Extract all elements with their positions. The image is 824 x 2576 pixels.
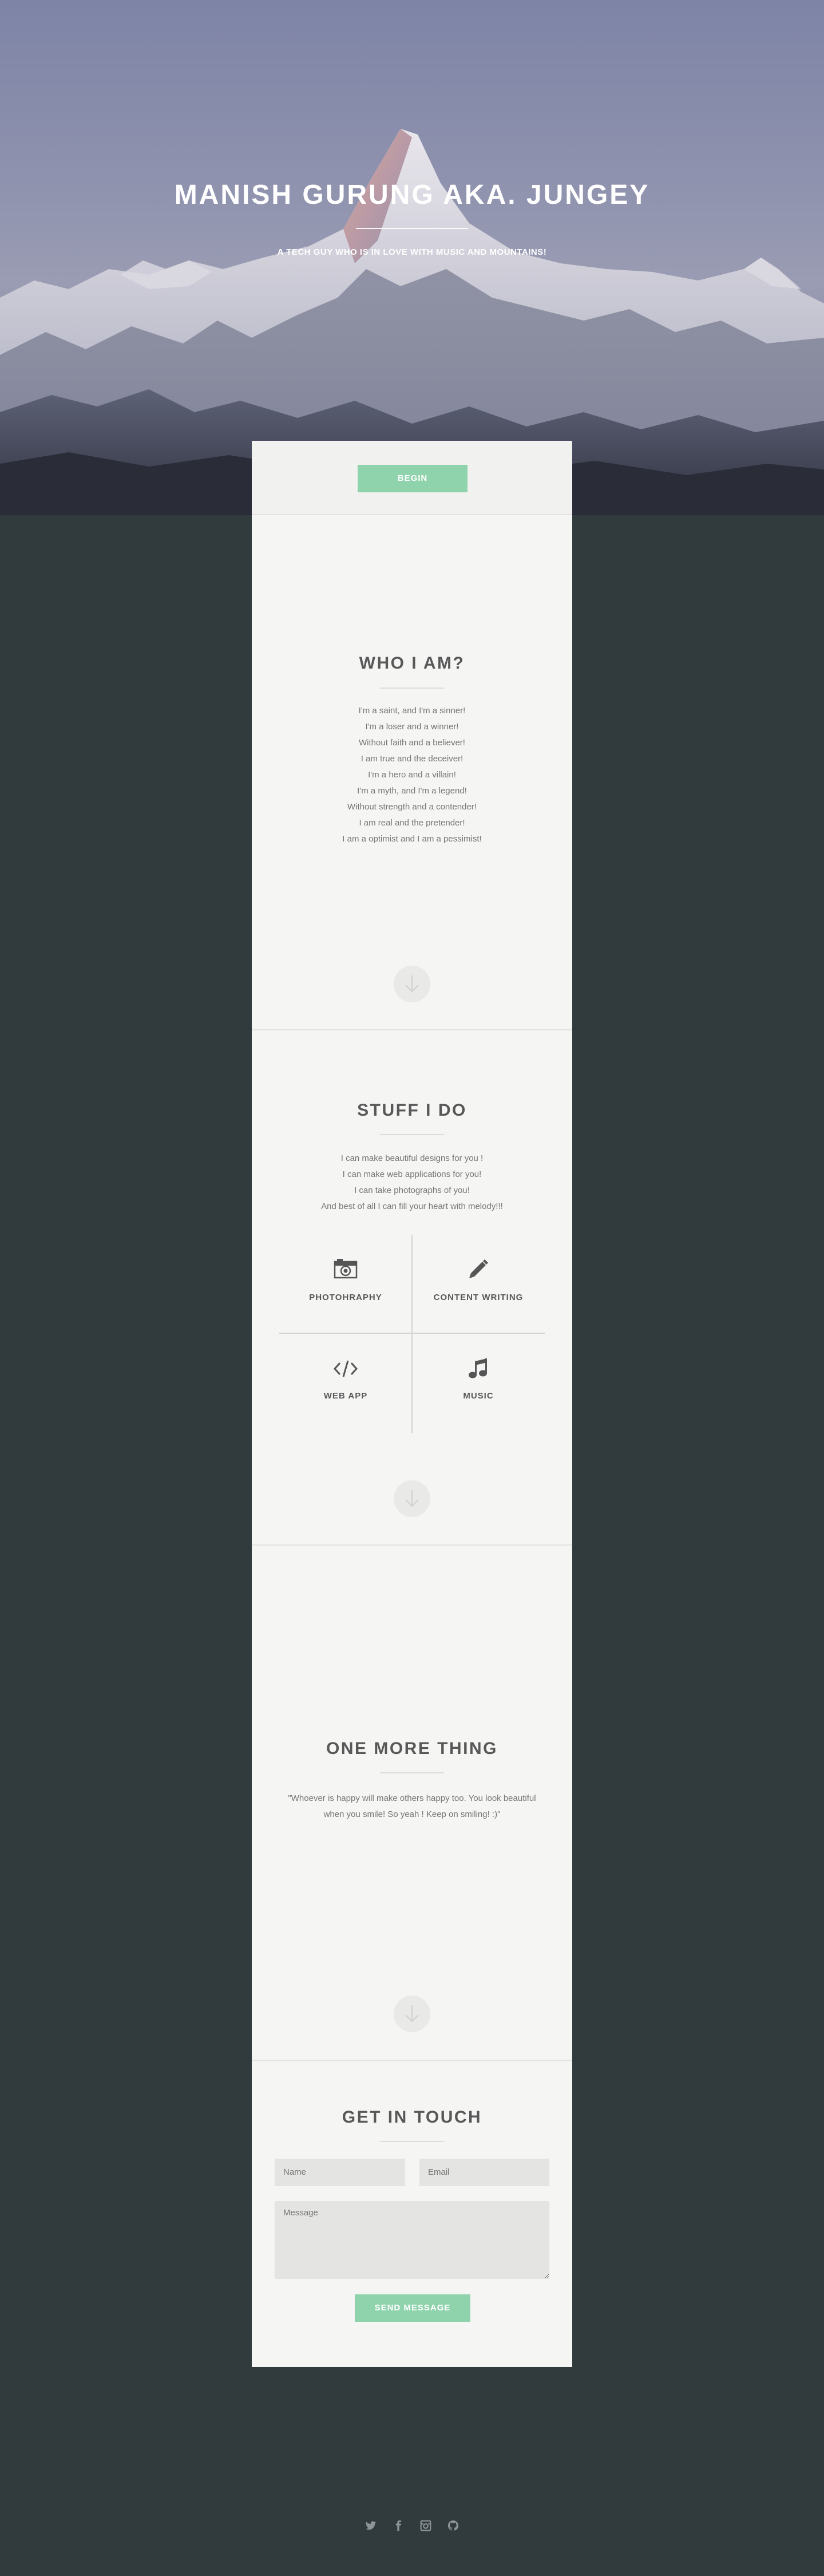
quote-text: "Whoever is happy will make others happy… xyxy=(252,1791,572,1823)
scroll-down-button[interactable] xyxy=(394,966,430,1002)
begin-button[interactable]: BEGIN xyxy=(358,465,468,492)
quote-line: when you smile! So yeah ! Keep on smilin… xyxy=(323,1809,501,1819)
who-line: I am true and the deceiver! xyxy=(360,754,464,764)
who-i-am-title: WHO I AM? xyxy=(359,654,465,673)
who-line: I'm a myth, and I'm a legend! xyxy=(357,786,467,796)
stuff-line: I can take photographs of you! xyxy=(354,1186,470,1195)
service-label: PHOTOHRAPHY xyxy=(309,1293,382,1302)
stuff-i-do-section: STUFF I DO I can make beautiful designs … xyxy=(252,1030,572,1546)
arrow-down-icon xyxy=(405,1490,419,1507)
stuff-line: I can make web applications for you! xyxy=(342,1170,482,1179)
scroll-down-button[interactable] xyxy=(394,1480,430,1517)
contact-title: GET IN TOUCH xyxy=(342,2108,482,2127)
who-line: Without strength and a contender! xyxy=(347,802,477,812)
who-i-am-text: I'm a saint, and I'm a sinner! I'm a los… xyxy=(252,703,572,847)
who-i-am-divider xyxy=(380,688,444,689)
hero-title: MANISH GURUNG AKA. JUNGEY xyxy=(174,180,650,210)
twitter-icon[interactable] xyxy=(365,2520,377,2531)
quote-line: "Whoever is happy will make others happy… xyxy=(288,1793,536,1803)
stuff-i-do-title: STUFF I DO xyxy=(357,1101,467,1120)
github-icon[interactable] xyxy=(447,2520,459,2531)
one-more-thing-section: ONE MORE THING "Whoever is happy will ma… xyxy=(252,1546,572,2061)
who-line: I am real and the pretender! xyxy=(359,818,465,828)
begin-section: BEGIN xyxy=(252,441,572,515)
hero-banner: MANISH GURUNG AKA. JUNGEY A TECH GUY WHO… xyxy=(0,0,824,515)
contact-section: GET IN TOUCH SEND MESSAGE xyxy=(252,2061,572,2367)
service-content-writing: CONTENT WRITING xyxy=(412,1235,545,1334)
hero-subtitle: A TECH GUY WHO IS IN LOVE WITH MUSIC AND… xyxy=(277,247,547,257)
facebook-icon[interactable] xyxy=(393,2520,404,2531)
who-line: I'm a loser and a winner! xyxy=(365,722,459,732)
stuff-i-do-text: I can make beautiful designs for you ! I… xyxy=(252,1151,572,1215)
arrow-down-icon xyxy=(405,2005,419,2022)
hero-divider xyxy=(356,228,468,229)
service-label: WEB APP xyxy=(323,1391,368,1401)
message-field[interactable] xyxy=(275,2201,549,2279)
name-field[interactable] xyxy=(275,2159,405,2186)
mountain-background-image xyxy=(0,129,824,515)
email-field[interactable] xyxy=(419,2159,549,2186)
service-label: CONTENT WRITING xyxy=(433,1293,524,1302)
pencil-icon xyxy=(469,1259,488,1278)
service-music: MUSIC xyxy=(412,1334,545,1432)
contact-divider xyxy=(380,2141,444,2142)
who-line: I'm a hero and a villain! xyxy=(368,770,456,780)
service-photography: PHOTOHRAPHY xyxy=(279,1235,412,1334)
who-i-am-section: WHO I AM? I'm a saint, and I'm a sinner!… xyxy=(252,515,572,1030)
music-icon xyxy=(469,1358,487,1378)
one-more-thing-divider xyxy=(380,1772,444,1773)
stuff-line: And best of all I can fill your heart wi… xyxy=(321,1202,503,1211)
one-more-thing-title: ONE MORE THING xyxy=(326,1739,498,1758)
scroll-down-button[interactable] xyxy=(394,1996,430,2032)
stuff-line: I can make beautiful designs for you ! xyxy=(340,1153,484,1163)
service-web-app: WEB APP xyxy=(279,1334,412,1432)
arrow-down-icon xyxy=(405,975,419,993)
code-icon xyxy=(333,1360,358,1377)
who-line: I'm a saint, and I'm a sinner! xyxy=(358,706,466,716)
stuff-i-do-divider xyxy=(380,1134,444,1135)
social-links xyxy=(0,2520,824,2531)
who-line: I am a optimist and I am a pessimist! xyxy=(342,834,482,844)
services-grid: PHOTOHRAPHY CONTENT WRITING WEB APP MUSI… xyxy=(279,1235,545,1433)
send-message-button[interactable]: SEND MESSAGE xyxy=(355,2294,470,2322)
service-label: MUSIC xyxy=(463,1391,494,1401)
instagram-icon[interactable] xyxy=(420,2520,431,2531)
who-line: Without faith and a believer! xyxy=(359,738,465,748)
camera-icon xyxy=(334,1259,358,1279)
